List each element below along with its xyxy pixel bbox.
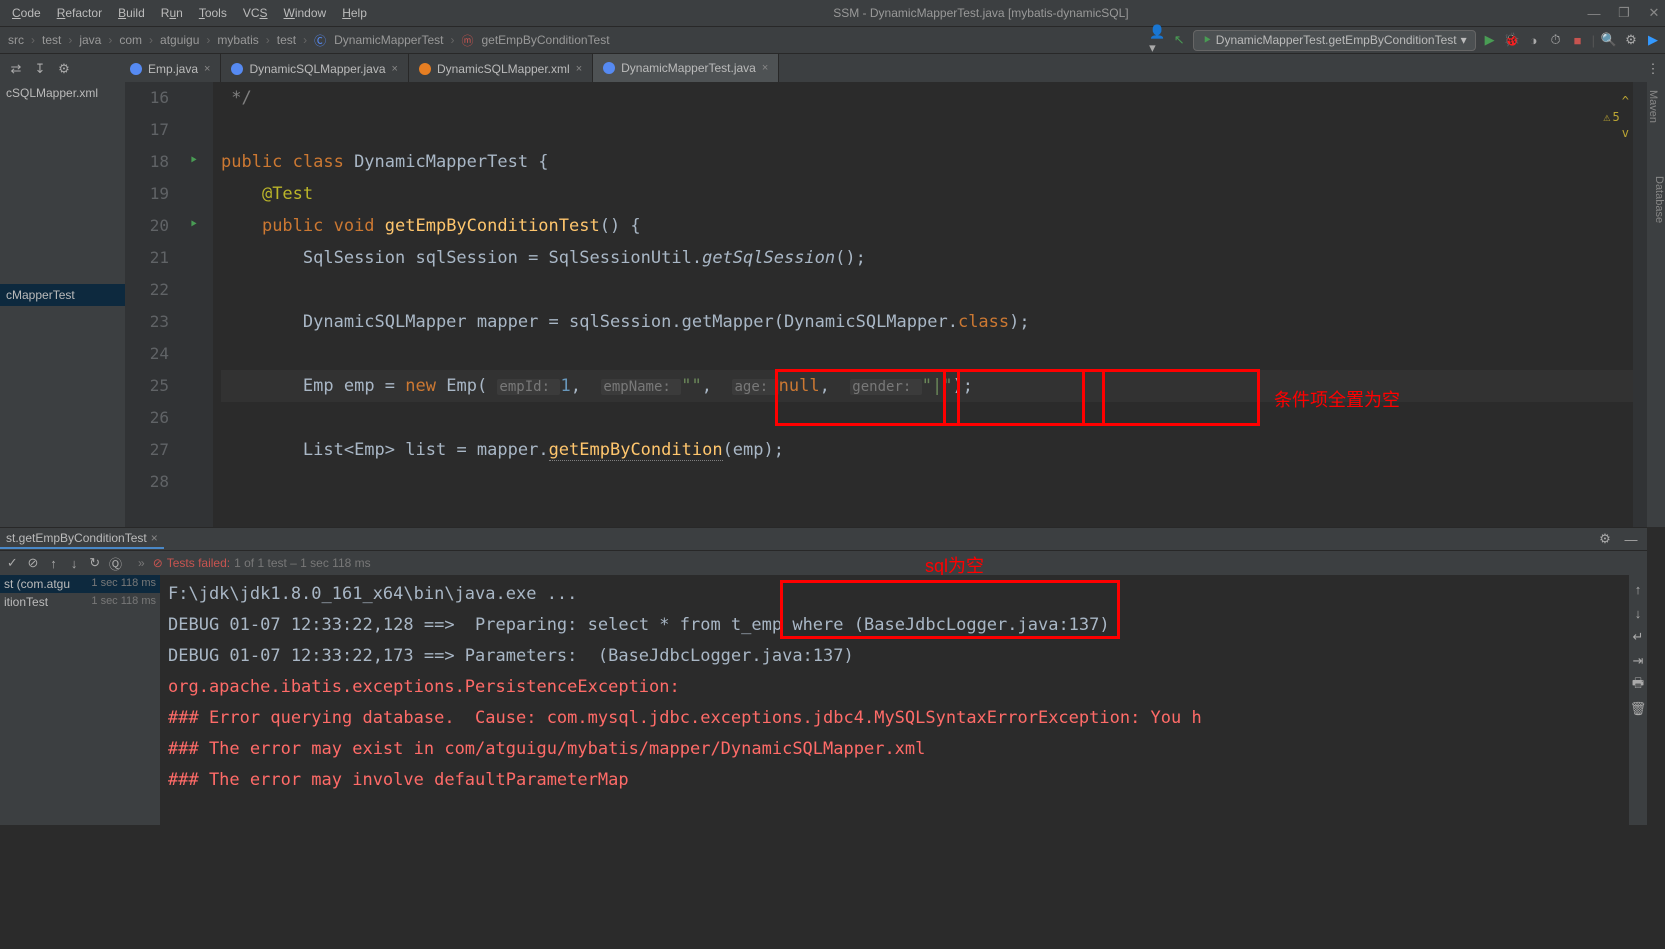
maven-tool-label[interactable]: Maven: [1647, 82, 1659, 123]
run-settings-icon[interactable]: ⚙: [1597, 531, 1613, 547]
soft-wrap-icon[interactable]: ↵: [1630, 629, 1646, 645]
editor-tabs-row: ⇄ ↧ ⚙ Emp.java× DynamicSQLMapper.java× D…: [0, 54, 1665, 84]
stop-icon[interactable]: ■: [1570, 32, 1586, 48]
red-box-age: [943, 369, 1105, 426]
sync-icon[interactable]: ▶: [1645, 32, 1661, 48]
clear-icon[interactable]: 🗑: [1630, 701, 1646, 717]
minimize-icon[interactable]: —: [1587, 6, 1601, 20]
close-icon[interactable]: ×: [151, 531, 158, 545]
close-icon[interactable]: ×: [204, 63, 210, 75]
export-test-icon[interactable]: Ⓠ: [109, 555, 122, 571]
console-gutter: ↑ ↓ ↵ ⇥ 🖶 🗑: [1629, 575, 1647, 825]
search-icon[interactable]: 🔍: [1601, 32, 1617, 48]
close-icon[interactable]: ×: [576, 63, 582, 75]
prev-test-icon[interactable]: ↑: [47, 555, 60, 571]
menu-code[interactable]: Code: [4, 4, 49, 22]
more-icon[interactable]: ⋮: [1649, 61, 1665, 77]
next-test-icon[interactable]: ↓: [68, 555, 81, 571]
test-tree-item-class[interactable]: st (com.atgu1 sec 118 ms: [0, 575, 160, 593]
menu-tools[interactable]: Tools: [191, 4, 235, 22]
hide-panel-icon[interactable]: —: [1623, 531, 1639, 547]
run-test-tree[interactable]: st (com.atgu1 sec 118 ms itionTest1 sec …: [0, 575, 160, 825]
line-number-gutter: 16171819202122232425262728: [125, 82, 185, 527]
gutter-icons: ⯈ ⯈: [185, 82, 213, 527]
run-config-selector[interactable]: ⯈DynamicMapperTest.getEmpByConditionTest…: [1193, 30, 1475, 51]
menu-bar: Code Refactor Build Run Tools VCS Window…: [0, 0, 1665, 26]
close-icon[interactable]: ×: [392, 63, 398, 75]
comment-end: */: [221, 88, 252, 108]
coverage-icon[interactable]: ◑: [1526, 32, 1542, 48]
tab-emp[interactable]: Emp.java×: [120, 54, 221, 84]
settings-tab-icon[interactable]: ⚙: [56, 61, 72, 77]
database-tool-label[interactable]: Database: [1647, 158, 1665, 238]
code-editor[interactable]: 16171819202122232425262728 ⯈ ⯈ */ public…: [125, 82, 1647, 527]
tab-dynsqlmapper-xml[interactable]: DynamicSQLMapper.xml×: [409, 54, 593, 84]
expand-icon[interactable]: ✓: [6, 555, 19, 571]
red-label-1: 条件项全置为空: [1274, 386, 1400, 412]
debug-icon[interactable]: 🐞: [1504, 32, 1520, 48]
scroll-down-icon[interactable]: ↓: [1630, 605, 1646, 621]
menu-build[interactable]: Build: [110, 4, 153, 22]
menu-window[interactable]: Window: [276, 4, 335, 22]
tab-left-icon[interactable]: ⇄: [8, 61, 24, 77]
rerun-test-icon[interactable]: ↻: [88, 555, 101, 571]
collapse-icon[interactable]: ⊘: [27, 555, 40, 571]
close-icon[interactable]: ×: [762, 62, 768, 74]
hammer-icon[interactable]: ↖: [1171, 32, 1187, 48]
test-tree-item-method[interactable]: itionTest1 sec 118 ms: [0, 593, 160, 611]
menu-help[interactable]: Help: [334, 4, 375, 22]
scroll-end-icon[interactable]: ⇥: [1630, 653, 1646, 669]
maximize-icon[interactable]: ❐: [1617, 6, 1631, 20]
menu-run[interactable]: Run: [153, 4, 191, 22]
tab-down-icon[interactable]: ↧: [32, 61, 48, 77]
sidebar-item-xml[interactable]: cSQLMapper.xml: [0, 82, 125, 104]
run-class-icon[interactable]: ⯈: [189, 155, 198, 168]
run-icon[interactable]: ▶: [1482, 32, 1498, 48]
navigation-row: src› test› java› com› atguigu› mybatis› …: [0, 26, 1665, 54]
structure-sidebar: cSQLMapper.xml cMapperTest: [0, 82, 125, 527]
red-box-sql: [780, 580, 1120, 639]
red-box-empname: [775, 369, 960, 426]
menu-vcs[interactable]: VCS: [235, 4, 276, 22]
window-title: SSM - DynamicMapperTest.java [mybatis-dy…: [375, 6, 1587, 20]
close-icon[interactable]: ✕: [1647, 6, 1661, 20]
breadcrumb[interactable]: src› test› java› com› atguigu› mybatis› …: [4, 32, 614, 49]
scroll-up-icon[interactable]: ↑: [1630, 581, 1646, 597]
run-test-icon[interactable]: ⯈: [189, 219, 198, 232]
user-icon[interactable]: 👤▾: [1149, 32, 1165, 48]
profile-icon[interactable]: ⏱: [1548, 32, 1564, 48]
tab-dynsqlmapper-java[interactable]: DynamicSQLMapper.java×: [221, 54, 409, 84]
menu-refactor[interactable]: Refactor: [49, 4, 110, 22]
print-icon[interactable]: 🖶: [1630, 677, 1646, 693]
red-box-gender: [1082, 369, 1260, 426]
run-status-bar: » ⊘ Tests failed: 1 of 1 test – 1 sec 11…: [128, 551, 1647, 575]
run-tools: ✓ ⊘ ↑ ↓ ↻ Ⓠ: [0, 551, 128, 575]
settings-icon[interactable]: ⚙: [1623, 32, 1639, 48]
right-toolstrip: Maven: [1647, 82, 1665, 527]
tab-dynmappertest[interactable]: DynamicMapperTest.java×: [593, 54, 779, 84]
sidebar-item-test[interactable]: cMapperTest: [0, 284, 125, 306]
run-panel-header: st.getEmpByConditionTest× ⚙ —: [0, 527, 1647, 551]
inspection-warnings[interactable]: ⚠ 5 ^ v: [1603, 85, 1629, 149]
run-panel-tab[interactable]: st.getEmpByConditionTest×: [0, 529, 164, 549]
